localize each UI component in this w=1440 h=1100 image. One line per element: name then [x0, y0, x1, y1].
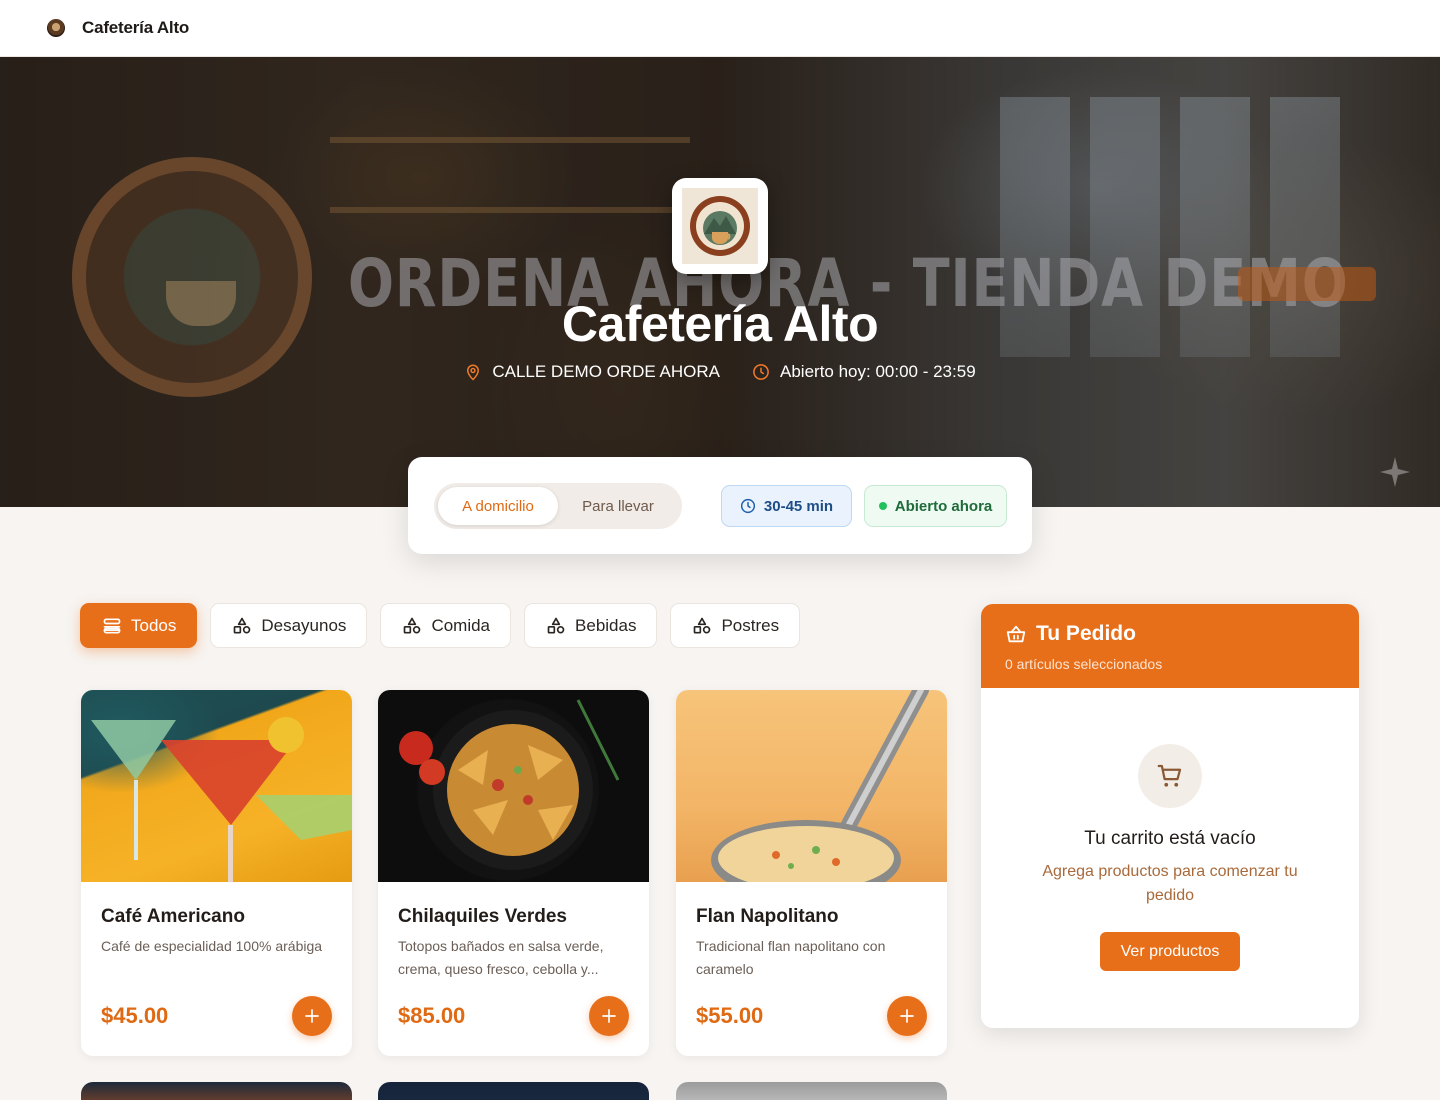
view-products-button[interactable]: Ver productos — [1100, 932, 1240, 971]
add-to-cart-button[interactable] — [589, 996, 629, 1036]
clock-icon — [740, 498, 755, 514]
nachos-image — [399, 699, 620, 870]
store-logo-image — [682, 188, 758, 264]
tab-label: Desayunos — [261, 615, 347, 635]
store-meta: CALLE DEMO ORDE AHORA Abierto hoy: 00:00… — [0, 362, 1440, 382]
product-card[interactable]: Flan Napolitano Tradicional flan napolit… — [676, 690, 947, 1056]
status-dot-icon — [878, 502, 887, 510]
cart-panel: Tu Pedido 0 artículos seleccionados Tu c… — [981, 604, 1359, 1028]
delivery-options-card: A domicilio Para llevar 30-45 min Abiert… — [408, 457, 1032, 554]
cart-header: Tu Pedido 0 artículos seleccionados — [981, 604, 1359, 688]
product-description: Totopos bañados en salsa verde, crema, q… — [398, 938, 604, 977]
shapes-icon — [547, 617, 565, 633]
tab-postres[interactable]: Postres — [670, 603, 801, 648]
pickup-option-button[interactable]: Para llevar — [558, 487, 678, 525]
product-card-peek[interactable] — [81, 1082, 352, 1100]
ladle-image — [711, 690, 929, 882]
store-hours: Abierto hoy: 00:00 - 23:59 — [752, 362, 976, 382]
product-price: $55.00 — [696, 1003, 764, 1028]
tab-desayunos[interactable]: Desayunos — [210, 603, 368, 648]
product-card-peek[interactable] — [378, 1082, 649, 1100]
delivery-time-badge: 30-45 min — [721, 485, 852, 527]
product-name: Chilaquiles Verdes — [398, 906, 567, 927]
product-card[interactable]: Chilaquiles Verdes Totopos bañados en sa… — [378, 690, 649, 1056]
shapes-icon — [404, 617, 421, 633]
product-description: Café de especialidad 100% arábiga — [101, 938, 323, 954]
product-name: Flan Napolitano — [696, 906, 839, 927]
delivery-time-text: 30-45 min — [763, 497, 834, 515]
menu-stack-icon — [103, 618, 121, 633]
map-pin-icon — [467, 364, 480, 381]
delivery-option-button[interactable]: A domicilio — [438, 487, 558, 525]
open-status-badge: Abierto ahora — [864, 485, 1007, 527]
hours-text: Abierto hoy: 00:00 - 23:59 — [780, 362, 976, 381]
product-image — [676, 690, 947, 882]
sparkle-icon — [1380, 457, 1410, 487]
store-logo — [672, 178, 768, 274]
tab-label: Postres — [721, 615, 780, 635]
order-type-toggle: A domicilio Para llevar — [434, 483, 682, 529]
product-name: Café Americano — [101, 906, 245, 927]
hero-content: Cafetería Alto CALLE DEMO ORDE AHORA Abi… — [0, 57, 1440, 507]
coffee-badge-icon — [690, 196, 750, 256]
empty-cart-description: Agrega productos para comenzar tu pedido — [1042, 863, 1298, 904]
cart-title-text: Tu Pedido — [1036, 622, 1136, 645]
product-card[interactable]: Café Americano Café de especialidad 100%… — [81, 690, 352, 1056]
cart-title: Tu Pedido — [1005, 622, 1335, 646]
clock-icon — [753, 364, 769, 380]
shapes-icon — [234, 617, 251, 633]
empty-cart-icon-wrap — [1138, 744, 1202, 808]
add-to-cart-button[interactable] — [887, 996, 927, 1036]
brand-logo-icon[interactable] — [47, 19, 65, 37]
add-to-cart-button[interactable] — [292, 996, 332, 1036]
store-address: CALLE DEMO ORDE AHORA — [464, 362, 720, 382]
store-title: Cafetería Alto — [561, 296, 879, 352]
hero-banner: ORDENA AHORA - TIENDA DEMO Cafetería Alt… — [0, 57, 1440, 507]
product-image — [378, 690, 649, 882]
empty-cart-title: Tu carrito está vacío — [1084, 828, 1256, 849]
basket-icon — [1006, 625, 1026, 643]
tab-comida[interactable]: Comida — [380, 603, 512, 648]
product-description: Tradicional flan napolitano con caramelo — [696, 938, 886, 977]
product-price: $45.00 — [101, 1003, 169, 1028]
product-price: $85.00 — [398, 1003, 466, 1028]
plus-icon — [305, 1009, 319, 1023]
plus-icon — [602, 1009, 616, 1023]
product-card-peek[interactable] — [676, 1082, 947, 1100]
tab-label: Todos — [131, 615, 177, 635]
cocktail-image — [91, 717, 352, 882]
cart-item-count: 0 artículos seleccionados — [1005, 656, 1163, 672]
category-tabs: Todos Desayunos Comida Bebidas Postres — [80, 603, 801, 648]
tab-label: Bebidas — [575, 615, 637, 635]
brand-name[interactable]: Cafetería Alto — [82, 18, 189, 38]
shapes-icon — [694, 617, 711, 633]
top-bar: Cafetería Alto — [0, 0, 1440, 57]
tab-todos[interactable]: Todos — [80, 603, 198, 648]
plus-icon — [900, 1009, 914, 1023]
address-text: CALLE DEMO ORDE AHORA — [492, 362, 721, 381]
product-image — [81, 690, 352, 882]
open-status-text: Abierto ahora — [894, 497, 993, 515]
tab-label: Comida — [431, 615, 491, 635]
tab-bebidas[interactable]: Bebidas — [524, 603, 658, 648]
shopping-cart-icon — [1157, 764, 1182, 787]
